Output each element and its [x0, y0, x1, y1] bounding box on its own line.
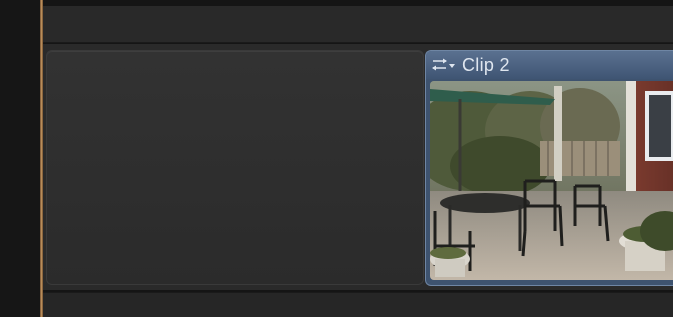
playhead[interactable] — [40, 0, 43, 317]
timeline-view: Clip 2 — [0, 0, 673, 317]
clip-name: Clip 2 — [462, 54, 510, 75]
timeline-lower-track — [43, 292, 673, 317]
clip-header[interactable]: Clip 2 — [426, 51, 673, 79]
gap-clip[interactable] — [46, 50, 424, 285]
timeline-left-gutter — [0, 0, 40, 317]
video-clip[interactable]: Clip 2 — [425, 50, 673, 286]
timeline-upper-track — [43, 6, 673, 43]
patio-scene-thumbnail — [430, 81, 673, 280]
clip-retime-menu-icon[interactable] — [432, 58, 456, 72]
